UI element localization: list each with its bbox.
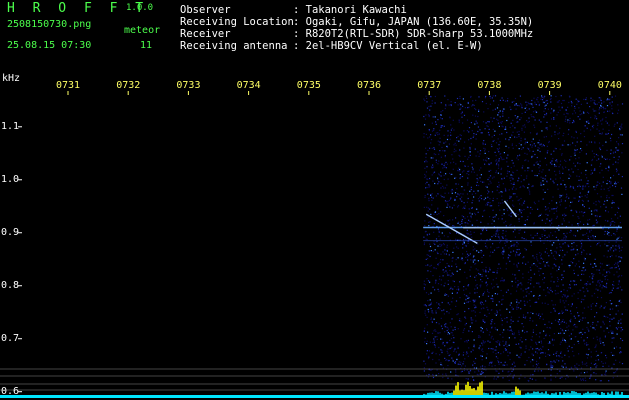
info-value-observer: : Takanori Kawachi bbox=[293, 4, 407, 16]
info-value-antenna: : 2el-HB9CV Vertical (el. E-W) bbox=[293, 40, 483, 52]
info-key-antenna: Receiving antenna bbox=[180, 40, 288, 52]
spectrogram-chart bbox=[0, 91, 629, 398]
y-tick-1.0: 1.0 bbox=[1, 173, 20, 185]
y-tick-1.1: 1.1 bbox=[1, 120, 20, 132]
x-tick-0735: 0735 bbox=[296, 80, 321, 91]
x-tick-0739: 0739 bbox=[537, 80, 562, 91]
info-key-location: Receiving Location bbox=[180, 16, 294, 28]
y-tick-0.7: 0.7 bbox=[1, 332, 20, 344]
y-tick-0.9: 0.9 bbox=[1, 226, 20, 238]
y-tick-0.8: 0.8 bbox=[1, 279, 20, 291]
x-tick-0733: 0733 bbox=[176, 80, 201, 91]
x-tick-0736: 0736 bbox=[357, 80, 382, 91]
meteor-label: meteor bbox=[124, 25, 161, 36]
x-tick-0731: 0731 bbox=[56, 80, 81, 91]
x-tick-0734: 0734 bbox=[236, 80, 261, 91]
y-axis-unit: kHz bbox=[2, 73, 21, 84]
app-version: 1.0.0 bbox=[126, 3, 154, 13]
activity-baseline bbox=[0, 395, 629, 398]
info-key-observer: Observer bbox=[180, 4, 231, 16]
x-tick-0737: 0737 bbox=[417, 80, 442, 91]
x-tick-0740: 0740 bbox=[597, 80, 622, 91]
info-value-receiver: : R820T2(RTL-SDR) SDR-Sharp 53.1000MHz bbox=[293, 28, 534, 40]
meteor-count: 11 bbox=[140, 40, 153, 51]
y-tick-0.6: 0.6 bbox=[1, 385, 20, 397]
info-value-location: : Ogaki, Gifu, JAPAN (136.60E, 35.35N) bbox=[293, 16, 534, 28]
x-tick-0732: 0732 bbox=[116, 80, 141, 91]
x-tick-0738: 0738 bbox=[477, 80, 502, 91]
info-key-receiver: Receiver bbox=[180, 28, 231, 40]
capture-datetime: 25.08.15 07:30 bbox=[7, 40, 92, 51]
data-area bbox=[423, 95, 622, 397]
file-name: 2508150730.png bbox=[7, 19, 92, 30]
